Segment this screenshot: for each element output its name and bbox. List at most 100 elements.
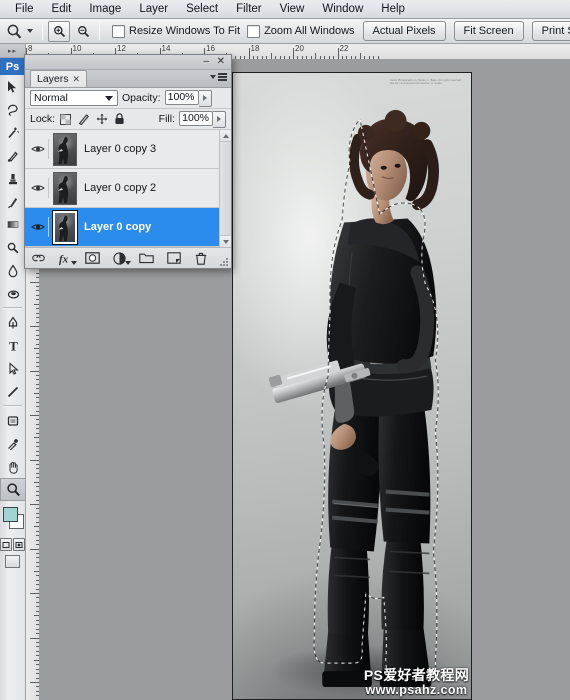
lasso-icon bbox=[7, 104, 18, 116]
blur-tool[interactable] bbox=[0, 259, 26, 282]
lock-image-pixels-icon[interactable] bbox=[77, 113, 90, 126]
watermark-line-1: PS爱好者教程网 bbox=[363, 667, 469, 684]
tab-layers[interactable]: Layers ✕ bbox=[30, 70, 88, 87]
layer-visibility-toggle[interactable] bbox=[28, 139, 49, 159]
panel-title-bar[interactable]: – ✕ bbox=[25, 55, 231, 70]
shape-tool[interactable] bbox=[0, 409, 26, 432]
actual-pixels-button[interactable]: Actual Pixels bbox=[362, 21, 446, 41]
magic-wand-icon bbox=[8, 127, 20, 138]
menu-edit[interactable]: Edit bbox=[43, 2, 81, 16]
menu-image[interactable]: Image bbox=[80, 2, 130, 16]
standard-mode-icon[interactable] bbox=[0, 538, 12, 551]
new-layer-icon[interactable] bbox=[166, 251, 181, 266]
layer-row-2[interactable]: Layer 0 copy bbox=[25, 208, 231, 247]
toolbox-grip[interactable]: ▸▸ bbox=[0, 44, 25, 58]
gradient-tool[interactable] bbox=[0, 213, 26, 236]
lock-transparent-pixels-icon[interactable] bbox=[59, 113, 72, 126]
menu-layer[interactable]: Layer bbox=[130, 2, 177, 16]
burn-hand-icon bbox=[7, 290, 19, 299]
checkbox-box bbox=[247, 24, 261, 38]
clone-stamp-tool[interactable] bbox=[0, 167, 26, 190]
zoom-tool[interactable] bbox=[0, 478, 26, 501]
layer-name: Layer 0 copy 2 bbox=[84, 182, 157, 194]
hand-tool[interactable] bbox=[0, 455, 26, 478]
line-tool[interactable] bbox=[0, 380, 26, 403]
screen-mode-button[interactable] bbox=[0, 555, 25, 568]
layer-thumbnail[interactable] bbox=[52, 209, 78, 245]
ruler-tick-vertical bbox=[30, 415, 39, 416]
panel-resize-grip[interactable] bbox=[220, 258, 229, 267]
zoom-out-button[interactable] bbox=[72, 21, 94, 42]
menu-file[interactable]: File bbox=[6, 2, 43, 16]
lock-all-icon[interactable] bbox=[113, 113, 126, 126]
menu-select[interactable]: Select bbox=[177, 2, 227, 16]
menu-filter[interactable]: Filter bbox=[227, 2, 271, 16]
type-tool[interactable]: T bbox=[0, 334, 26, 357]
ruler-tick-vertical bbox=[30, 548, 39, 550]
new-adjustment-layer-icon[interactable] bbox=[112, 251, 131, 266]
color-swatches[interactable] bbox=[0, 504, 26, 534]
move-tool[interactable] bbox=[0, 75, 26, 98]
new-group-icon[interactable] bbox=[139, 251, 154, 266]
dodge-tool[interactable] bbox=[0, 236, 26, 259]
layer-row-0[interactable]: Layer 0 copy 3 bbox=[25, 130, 231, 169]
fit-screen-button[interactable]: Fit Screen bbox=[453, 21, 524, 41]
magic-wand-tool[interactable] bbox=[0, 121, 26, 144]
eye-icon bbox=[31, 146, 45, 152]
photoshop-window: File Edit Image Layer Select Filter View… bbox=[0, 0, 570, 700]
layer-list: Layer 0 copy 3 Layer 0 copy 2 Layer 0 co… bbox=[25, 130, 231, 247]
svg-text:fx: fx bbox=[59, 253, 69, 265]
zoom-all-windows-checkbox[interactable]: Zoom All Windows bbox=[247, 24, 355, 38]
quick-mask-mode-icon[interactable] bbox=[13, 538, 25, 551]
ruler-tick-vertical bbox=[30, 682, 39, 683]
layer-thumbnail[interactable] bbox=[53, 171, 77, 205]
quick-mask-toggle[interactable] bbox=[0, 538, 25, 551]
lock-row: Lock: Fill: 100% bbox=[25, 109, 231, 130]
ruler-tick-vertical bbox=[30, 370, 39, 372]
scroll-up-button[interactable] bbox=[220, 130, 231, 142]
opacity-slider-button[interactable] bbox=[198, 89, 212, 107]
blend-mode-select[interactable]: Normal bbox=[30, 90, 118, 106]
line-icon bbox=[7, 386, 19, 397]
eyedropper-tool[interactable] bbox=[0, 432, 26, 455]
lock-position-icon[interactable] bbox=[95, 113, 108, 126]
resize-windows-to-fit-checkbox[interactable]: Resize Windows To Fit bbox=[112, 24, 240, 38]
watermark-line-2: www.psahz.com bbox=[365, 682, 468, 697]
burn-tool[interactable] bbox=[0, 282, 26, 305]
menu-help[interactable]: Help bbox=[372, 2, 414, 16]
layer-styles-fx-icon[interactable]: fx bbox=[58, 251, 77, 266]
scroll-down-button[interactable] bbox=[220, 235, 231, 247]
layer-thumbnail[interactable] bbox=[53, 132, 77, 166]
history-brush-tool[interactable] bbox=[0, 190, 26, 213]
fill-slider-button[interactable] bbox=[213, 110, 226, 128]
close-icon[interactable]: ✕ bbox=[73, 74, 81, 85]
tool-preset-picker[interactable] bbox=[6, 23, 37, 40]
ruler-tick-vertical bbox=[30, 637, 39, 639]
document-image[interactable]: Stock Photography by Model: L. Baker All… bbox=[232, 72, 472, 700]
pen-tool[interactable] bbox=[0, 311, 26, 334]
opacity-input[interactable]: 100% bbox=[164, 89, 199, 105]
add-layer-mask-icon[interactable] bbox=[85, 251, 100, 266]
panel-menu-button[interactable] bbox=[210, 73, 227, 81]
zoom-tool-icon bbox=[6, 23, 23, 40]
lasso-tool[interactable] bbox=[0, 98, 26, 121]
layer-list-scrollbar[interactable] bbox=[219, 130, 231, 247]
link-layers-icon[interactable] bbox=[31, 251, 46, 266]
layer-row-1[interactable]: Layer 0 copy 2 bbox=[25, 169, 231, 208]
healing-brush-tool[interactable] bbox=[0, 144, 26, 167]
layer-name: Layer 0 copy bbox=[84, 221, 152, 233]
fill-input[interactable]: 100% bbox=[179, 110, 213, 126]
layer-visibility-toggle[interactable] bbox=[28, 178, 49, 198]
layer-visibility-toggle[interactable] bbox=[28, 217, 49, 237]
delete-layer-icon[interactable] bbox=[193, 251, 208, 266]
path-selection-tool[interactable] bbox=[0, 357, 26, 380]
print-size-button[interactable]: Print Size bbox=[531, 21, 570, 41]
minimize-icon[interactable]: – bbox=[203, 56, 209, 67]
menu-view[interactable]: View bbox=[271, 2, 314, 16]
ruler-label: 16 bbox=[206, 44, 215, 53]
close-icon[interactable]: ✕ bbox=[217, 56, 225, 67]
toolbox: ▸▸ Ps T bbox=[0, 44, 26, 700]
foreground-color-swatch[interactable] bbox=[3, 507, 18, 522]
zoom-in-button[interactable] bbox=[48, 20, 70, 42]
menu-window[interactable]: Window bbox=[313, 2, 372, 16]
